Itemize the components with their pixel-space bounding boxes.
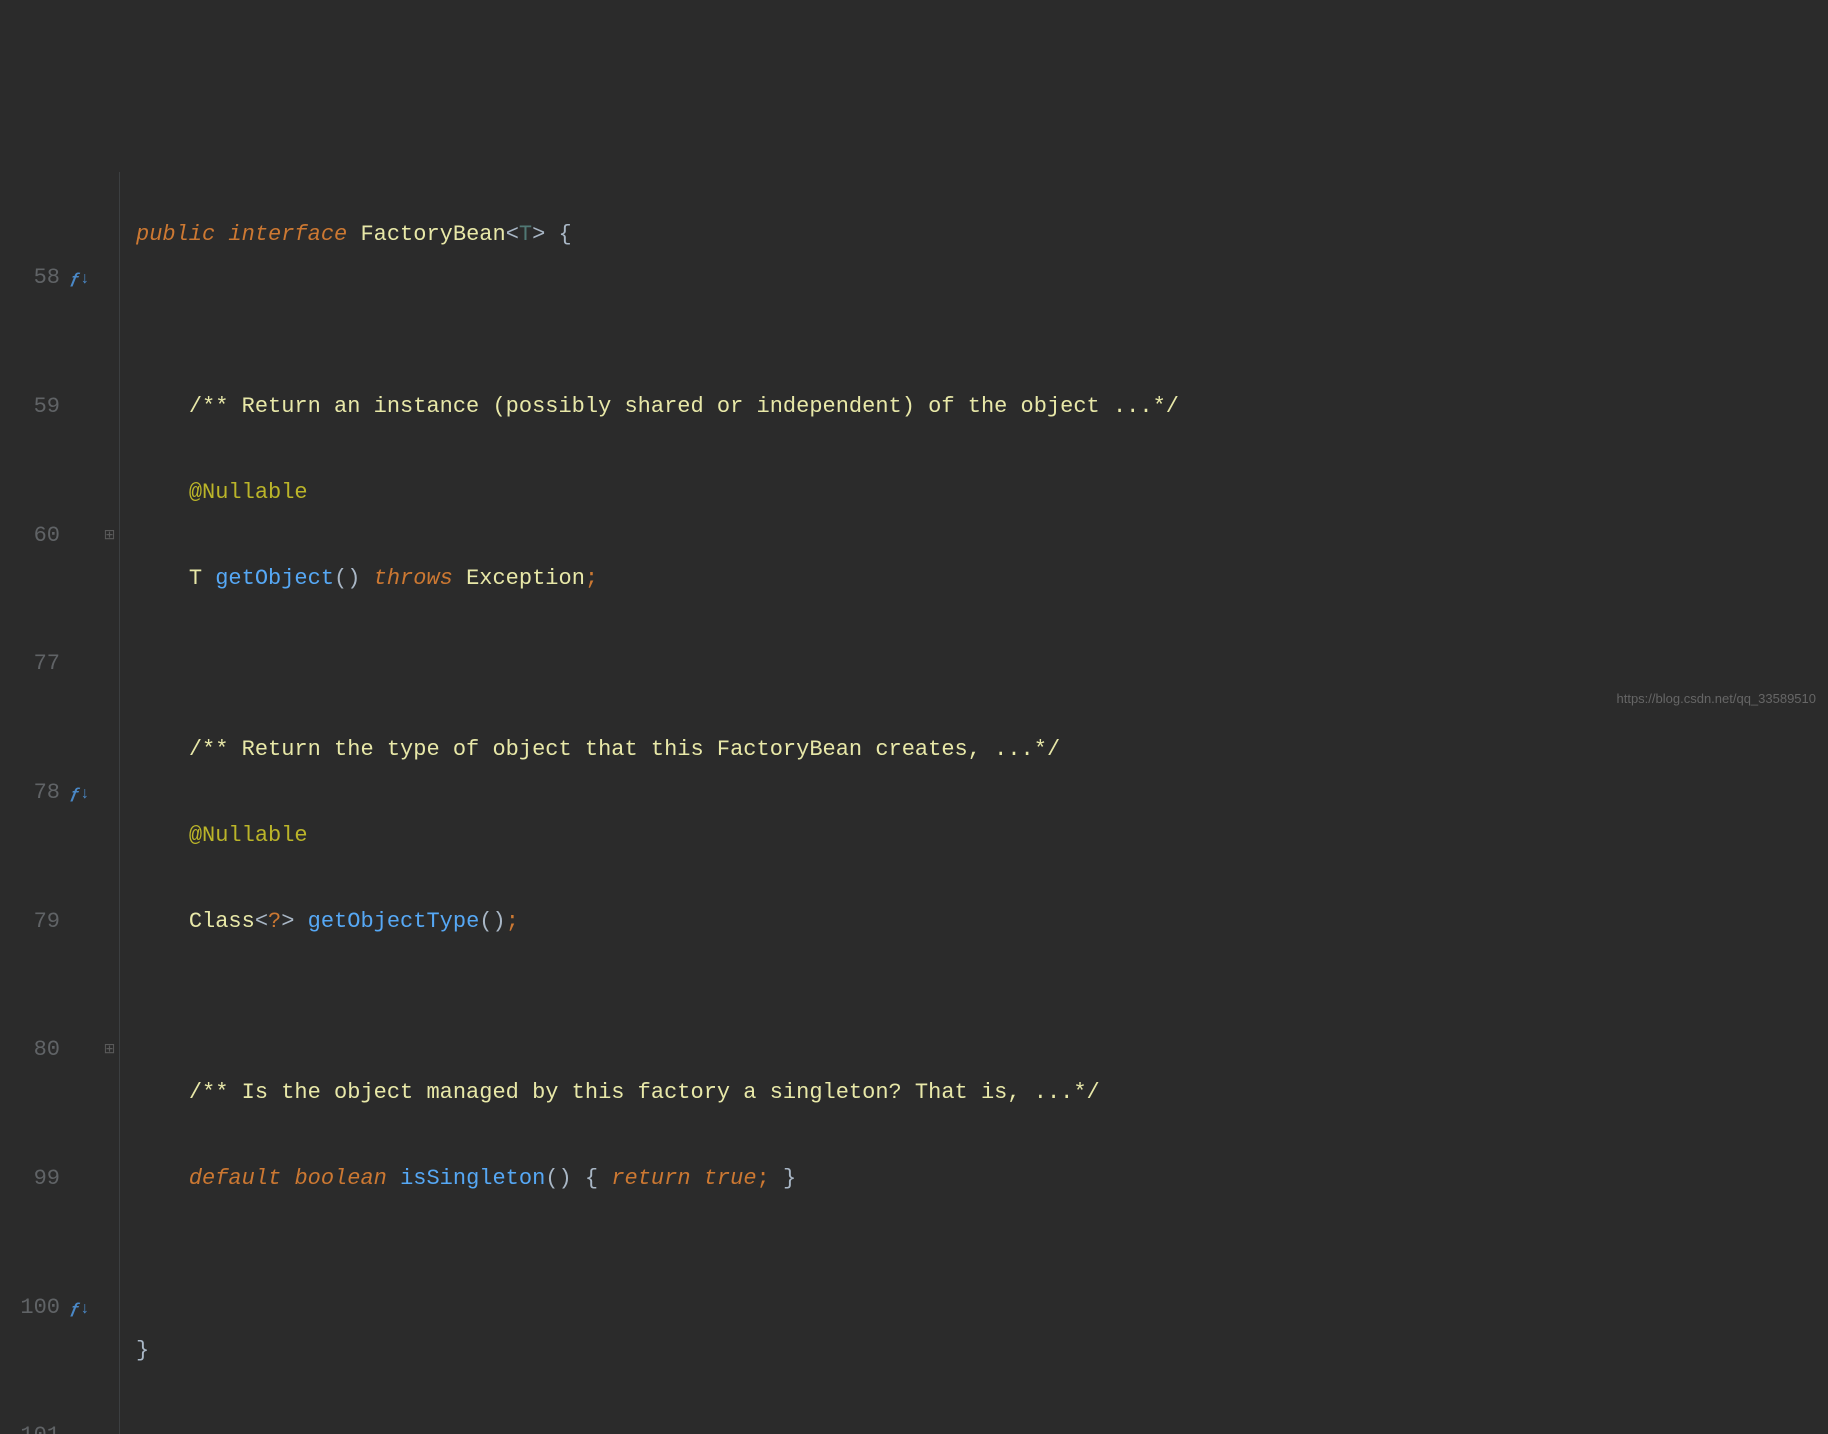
code-line[interactable]: Class<?> getObjectType(); [136, 901, 1179, 944]
code-editor: 58 59 60 77 78 79 80 99 100 101 102 127 … [0, 172, 1828, 1434]
semicolon: ; [506, 909, 519, 934]
angle-bracket: < [255, 909, 268, 934]
line-number[interactable]: 80 [0, 1029, 60, 1072]
code-line[interactable]: T getObject() throws Exception; [136, 558, 1179, 601]
class-name: FactoryBean [360, 222, 505, 247]
boolean-literal: true [704, 1166, 757, 1191]
line-number[interactable]: 77 [0, 643, 60, 686]
code-line[interactable]: /** Return the type of object that this … [136, 729, 1179, 772]
line-number[interactable]: 100 [0, 1287, 60, 1330]
gutter-blank [60, 643, 100, 686]
keyword-return: return [611, 1166, 690, 1191]
comment: /** Return the type of object that this … [189, 737, 1060, 762]
brace: } [783, 1166, 796, 1191]
method-name: isSingleton [400, 1166, 545, 1191]
wildcard: ? [268, 909, 281, 934]
parentheses: () [479, 909, 505, 934]
gutter-blank [60, 1029, 100, 1072]
keyword-default: default [189, 1166, 281, 1191]
gutter-blank [60, 901, 100, 944]
brace: { [559, 222, 572, 247]
method-name: getObject [215, 566, 334, 591]
fold-blank [100, 901, 119, 944]
keyword-interface: interface [228, 222, 347, 247]
code-line[interactable] [136, 643, 1179, 686]
line-number[interactable]: 99 [0, 1158, 60, 1201]
gutter: 58 59 60 77 78 79 80 99 100 101 102 127 … [0, 172, 128, 1434]
fold-blank [100, 1158, 119, 1201]
keyword-boolean: boolean [294, 1166, 386, 1191]
semicolon: ; [757, 1166, 770, 1191]
override-icon[interactable]: ƒ↓ [60, 257, 100, 300]
annotation: @Nullable [189, 480, 308, 505]
fold-blank [100, 772, 119, 815]
gutter-blank [60, 386, 100, 429]
code-line[interactable]: @Nullable [136, 472, 1179, 515]
line-number[interactable]: 58 [0, 257, 60, 300]
brace: { [585, 1166, 598, 1191]
code-line[interactable]: public interface FactoryBean<T> { [136, 214, 1179, 257]
comment: /** Return an instance (possibly shared … [189, 394, 1179, 419]
angle-bracket: > [281, 909, 294, 934]
gutter-blank [60, 1158, 100, 1201]
fold-blank [100, 1287, 119, 1330]
brace: } [136, 1338, 149, 1363]
gutter-blank [60, 1415, 100, 1434]
code-line[interactable]: } [136, 1330, 1179, 1373]
fold-blank [100, 257, 119, 300]
line-number[interactable]: 79 [0, 901, 60, 944]
fold-blank [100, 386, 119, 429]
annotation: @Nullable [189, 823, 308, 848]
code-line[interactable]: default boolean isSingleton() { return t… [136, 1158, 1179, 1201]
line-number-column: 58 59 60 77 78 79 80 99 100 101 102 127 … [0, 172, 60, 1434]
line-number[interactable]: 60 [0, 515, 60, 558]
override-icon[interactable]: ƒ↓ [60, 1287, 100, 1330]
code-line[interactable]: @Nullable [136, 815, 1179, 858]
line-number[interactable]: 78 [0, 772, 60, 815]
return-type: Class [189, 909, 255, 934]
watermark: https://blog.csdn.net/qq_33589510 [1617, 686, 1817, 711]
return-type: T [189, 566, 202, 591]
code-line[interactable] [136, 986, 1179, 1029]
code-line[interactable]: /** Return an instance (possibly shared … [136, 386, 1179, 429]
keyword-throws: throws [374, 566, 453, 591]
gutter-icon-column: ƒ↓ ƒ↓ ƒ↓ ⇢◆ [60, 172, 100, 1434]
exception-type: Exception [466, 566, 585, 591]
fold-blank [100, 643, 119, 686]
method-name: getObjectType [308, 909, 480, 934]
fold-marker-icon[interactable]: ⊞ [100, 1029, 119, 1072]
angle-bracket: < [506, 222, 519, 247]
fold-marker-icon[interactable]: ⊞ [100, 515, 119, 558]
line-number[interactable]: 59 [0, 386, 60, 429]
code-area[interactable]: public interface FactoryBean<T> { /** Re… [128, 172, 1179, 1434]
comment: /** Is the object managed by this factor… [189, 1080, 1100, 1105]
parentheses: () [545, 1166, 571, 1191]
code-line[interactable] [136, 1244, 1179, 1287]
fold-column: ⊞ ⊞ ⊞ ⊞ [100, 172, 120, 1434]
type-param: T [519, 222, 532, 247]
fold-blank [100, 1415, 119, 1434]
parentheses: () [334, 566, 360, 591]
line-number[interactable]: 101 [0, 1415, 60, 1434]
code-line[interactable]: /** Is the object managed by this factor… [136, 1072, 1179, 1115]
semicolon: ; [585, 566, 598, 591]
code-line[interactable] [136, 300, 1179, 343]
angle-bracket: > [532, 222, 545, 247]
override-icon[interactable]: ƒ↓ [60, 772, 100, 815]
gutter-blank [60, 515, 100, 558]
